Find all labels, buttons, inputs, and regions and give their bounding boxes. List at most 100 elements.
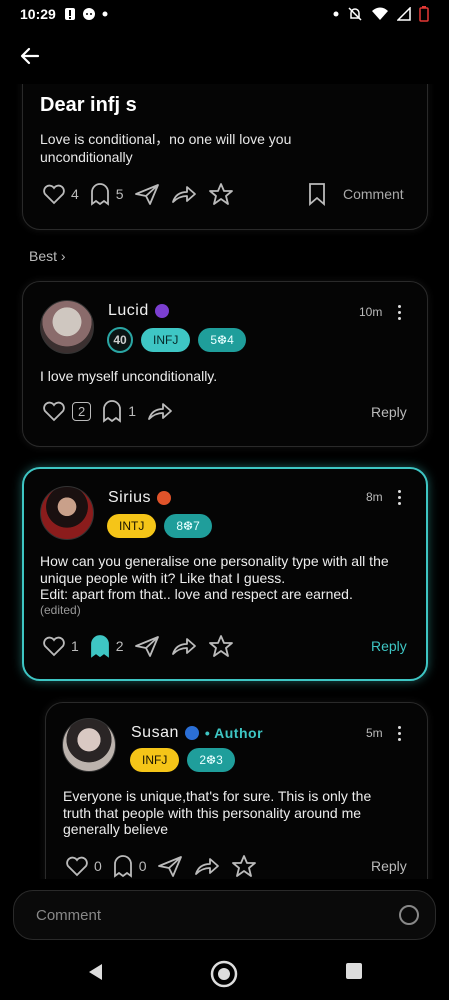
comment-input-bar[interactable]: Comment [13, 890, 436, 940]
nav-recents-button[interactable] [345, 962, 363, 985]
bookmark-button[interactable] [307, 182, 327, 206]
blue-badge-icon [184, 726, 199, 740]
mbti-chip[interactable]: INFJ [130, 748, 180, 772]
ghost-icon [90, 183, 109, 206]
edited-label: (edited) [40, 603, 81, 617]
ghost-count: 1 [128, 403, 137, 419]
comment-input-placeholder: Comment [36, 907, 102, 924]
share-button[interactable] [193, 854, 221, 878]
username[interactable]: Lucid [108, 302, 169, 320]
bookmark-icon [309, 183, 325, 206]
nav-back-button[interactable] [86, 962, 104, 987]
comment-text: Everyone is unique,that's for sure. This… [63, 788, 372, 837]
avatar[interactable] [62, 718, 116, 772]
post-title: Dear infj s [40, 94, 137, 116]
ghost-count: 5 [115, 186, 124, 202]
paper-plane-icon [134, 636, 159, 657]
more-options-icon[interactable] [398, 490, 402, 505]
reply-button[interactable]: Reply [371, 638, 407, 654]
like-count-box: 2 [72, 401, 92, 421]
comment-time: 5m [366, 726, 383, 740]
reply-button[interactable]: Reply [371, 858, 407, 874]
avatar[interactable] [40, 486, 94, 540]
dot-icon [102, 11, 108, 17]
like-count: 1 [71, 638, 79, 654]
like-count: 0 [94, 858, 102, 874]
post-actions: 4 5 [42, 182, 244, 206]
enneagram-chip[interactable]: 2❆3 [187, 748, 235, 772]
post-body: Love is conditional，no one will love you… [40, 131, 292, 165]
wifi-icon [372, 7, 388, 20]
comment-time: 10m [359, 305, 383, 319]
heart-icon [43, 184, 65, 205]
orange-badge-icon [157, 491, 172, 505]
send-button[interactable] [134, 182, 160, 206]
ghost-button[interactable]: 5 [89, 182, 124, 206]
sim-alert-icon [64, 8, 75, 20]
thread-scroll[interactable]: Dear infj s Love is conditional，no one w… [0, 84, 449, 879]
sort-best[interactable]: Best › [29, 248, 66, 264]
top-nav [0, 34, 449, 78]
signal-icon [397, 7, 411, 21]
username-text: Susan [131, 724, 179, 741]
send-button[interactable] [134, 634, 160, 658]
more-options-icon[interactable] [398, 726, 402, 741]
star-button[interactable] [208, 634, 234, 658]
ghost-filled-icon [90, 635, 109, 658]
send-button[interactable] [157, 854, 183, 878]
nav-home-button[interactable] [210, 960, 238, 993]
share-button[interactable] [170, 182, 198, 206]
notification-icons [64, 7, 108, 21]
comment-actions: 1 2 [42, 634, 244, 658]
status-time: 10:29 [20, 6, 56, 22]
share-button[interactable] [146, 399, 174, 423]
share-arrow-icon [171, 186, 196, 203]
personality-chips: INTJ 8❆7 [107, 514, 212, 538]
battery-low-icon [419, 6, 429, 22]
paper-plane-icon [157, 856, 182, 877]
like-button[interactable]: 0 [65, 855, 102, 877]
ghost-icon [113, 855, 132, 878]
star-button[interactable] [231, 854, 257, 878]
author-label: • Author [204, 725, 264, 741]
back-button[interactable] [14, 40, 46, 72]
ghost-button-active[interactable]: 2 [89, 634, 124, 658]
comment-text: I love myself unconditionally. [40, 368, 218, 384]
status-bar: 10:29 [0, 0, 449, 28]
avatar[interactable] [40, 300, 94, 354]
mbti-chip[interactable]: INFJ [141, 328, 191, 352]
comment-link[interactable]: Comment [343, 186, 404, 202]
username[interactable]: Sirius [108, 489, 172, 507]
comment-actions: 0 0 [65, 854, 267, 878]
ghost-button[interactable]: 1 [101, 399, 136, 423]
reply-button[interactable]: Reply [371, 404, 407, 420]
chat-bubble-icon [82, 8, 95, 20]
heart-icon [43, 636, 65, 657]
ghost-count: 0 [138, 858, 147, 874]
square-recents-icon [346, 963, 362, 979]
like-button[interactable]: 4 [42, 183, 79, 205]
star-icon [208, 635, 233, 657]
username-text: Sirius [108, 489, 152, 506]
mbti-chip[interactable]: INTJ [107, 514, 157, 538]
like-button[interactable]: 1 [42, 635, 79, 657]
enneagram-chip[interactable]: 8❆7 [164, 514, 212, 538]
dot-icon [333, 11, 339, 17]
username[interactable]: Susan • Author [131, 724, 263, 742]
like-button[interactable]: 2 [42, 400, 92, 422]
ghost-button[interactable]: 0 [112, 854, 147, 878]
paper-plane-icon [134, 184, 159, 205]
like-count: 4 [71, 186, 79, 202]
comment-text: How can you generalise one personality t… [40, 553, 389, 602]
star-button[interactable] [208, 182, 234, 206]
share-button[interactable] [170, 634, 198, 658]
enneagram-chip[interactable]: 5❆4 [198, 328, 246, 352]
comment-time: 8m [366, 490, 383, 504]
send-circle-icon[interactable] [399, 905, 419, 925]
purple-badge-icon [154, 304, 169, 318]
star-icon [208, 183, 233, 205]
share-arrow-icon [194, 858, 219, 875]
level-badge: 40 [107, 327, 133, 353]
more-options-icon[interactable] [398, 305, 402, 320]
star-icon [231, 855, 256, 877]
